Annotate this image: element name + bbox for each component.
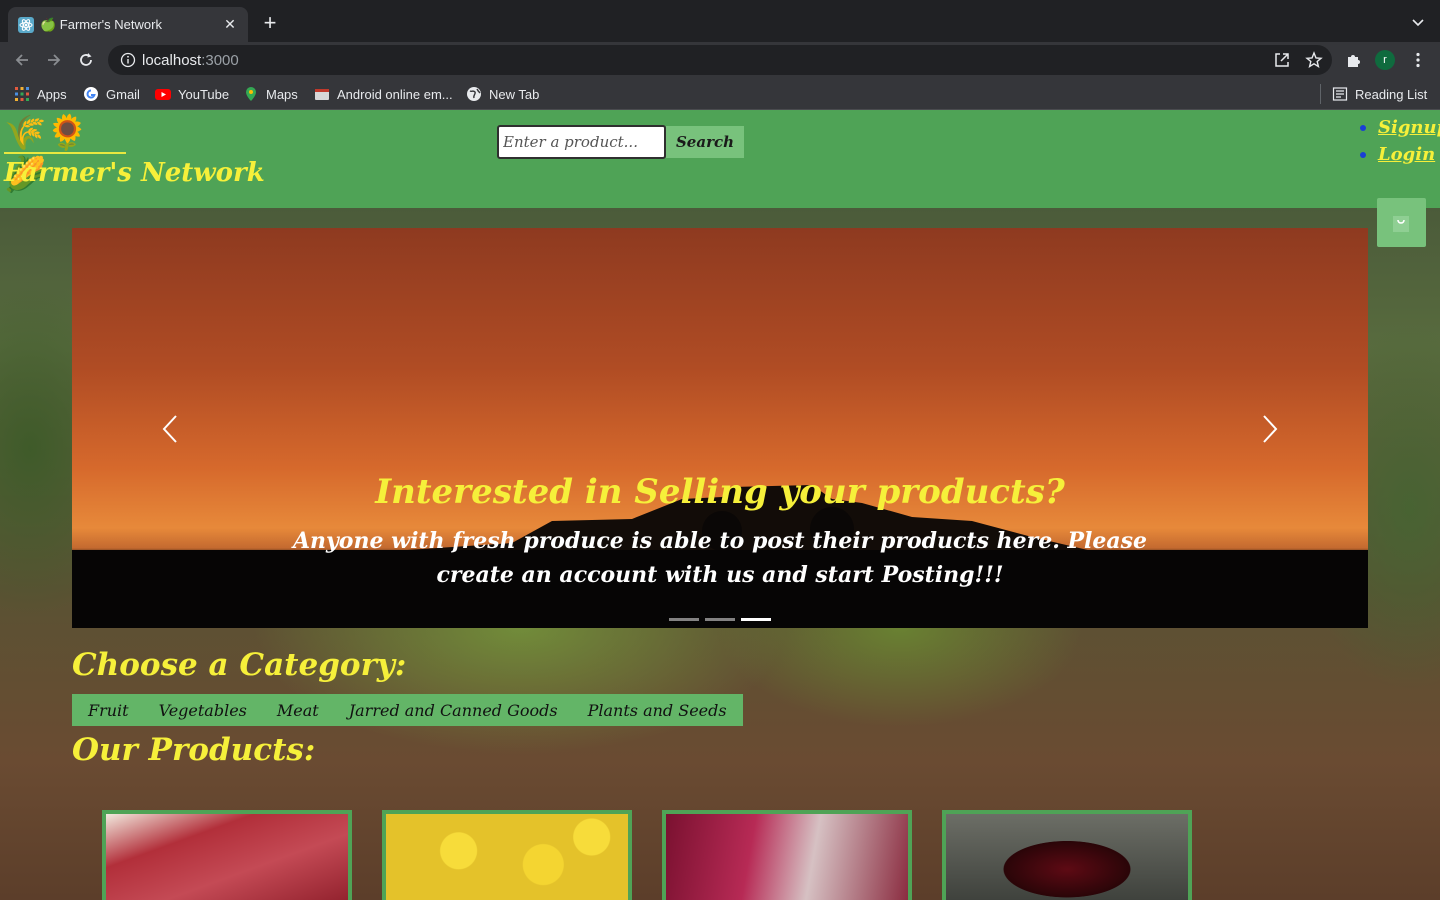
product-card-cherries[interactable] — [942, 810, 1192, 900]
category-plants-seeds[interactable]: Plants and Seeds — [588, 701, 727, 720]
browser-toolbar: localhost:3000 r — [0, 42, 1440, 78]
category-jarred-canned[interactable]: Jarred and Canned Goods — [349, 701, 558, 720]
youtube-icon — [155, 89, 171, 100]
bookmark-new-tab[interactable]: New Tab — [466, 85, 539, 103]
bookmark-star-icon[interactable] — [1305, 51, 1323, 69]
bookmark-apps[interactable]: Apps — [14, 85, 67, 103]
meat-image — [106, 814, 348, 900]
hero-carousel: Interested in Selling your products? Any… — [72, 228, 1368, 628]
url-port: :3000 — [201, 51, 239, 69]
more-menu-icon[interactable] — [1409, 51, 1427, 69]
signup-link[interactable]: Signup — [1378, 117, 1440, 138]
bookmarks-bar: Apps Gmail YouTube Maps Android online e… — [0, 78, 1440, 110]
apps-grid-icon — [15, 87, 29, 101]
bookmark-label: YouTube — [178, 86, 230, 102]
cart-button[interactable] — [1377, 198, 1426, 247]
site-info-icon[interactable] — [120, 52, 136, 68]
bookmark-label: Gmail — [106, 86, 140, 102]
bullet-icon — [1360, 124, 1366, 131]
back-arrow-icon[interactable] — [12, 50, 32, 70]
auth-links: Signup Login — [1360, 114, 1440, 168]
close-tab-icon[interactable]: ✕ — [222, 16, 238, 33]
bookmark-maps[interactable]: Maps — [243, 85, 298, 103]
new-tab-button[interactable]: + — [258, 12, 282, 36]
web-page: 🌾🌻🌽 Farmer's Network Search Signup Login… — [0, 110, 1440, 900]
shopping-bag-icon — [1393, 216, 1409, 232]
reload-icon[interactable] — [76, 50, 96, 70]
products-heading: Our Products: — [72, 732, 316, 768]
chevron-down-icon[interactable] — [1410, 14, 1426, 30]
reading-list-label: Reading List — [1355, 86, 1428, 102]
bookmark-label: New Tab — [489, 86, 540, 102]
category-heading: Choose a Category: — [72, 647, 407, 683]
bookmark-label: Apps — [37, 86, 67, 102]
product-search-input[interactable] — [497, 125, 666, 159]
reading-list-button[interactable]: Reading List — [1332, 85, 1427, 103]
search-button[interactable]: Search — [666, 126, 744, 158]
login-link[interactable]: Login — [1378, 144, 1435, 165]
login-item: Login — [1360, 141, 1440, 168]
category-fruit[interactable]: Fruit — [88, 701, 129, 720]
profile-avatar[interactable]: r — [1375, 50, 1395, 70]
carousel-indicators — [669, 618, 771, 621]
forward-arrow-icon[interactable] — [44, 50, 64, 70]
carousel-prev-icon[interactable] — [160, 414, 180, 444]
slide-title: Interested in Selling your products? — [375, 472, 1065, 512]
google-icon — [84, 87, 98, 101]
react-favicon-icon — [18, 16, 34, 33]
tab-title: 🍏 Farmer's Network — [40, 16, 162, 32]
product-card-lemons[interactable] — [382, 810, 632, 900]
carousel-indicator-2[interactable] — [705, 618, 735, 621]
reading-list-icon — [1332, 87, 1348, 101]
address-bar[interactable]: localhost:3000 — [108, 45, 1332, 75]
category-meat[interactable]: Meat — [277, 701, 319, 720]
category-vegetables[interactable]: Vegetables — [159, 701, 247, 720]
browser-tab[interactable]: 🍏 Farmer's Network ✕ — [8, 7, 248, 42]
browser-tabstrip: 🍏 Farmer's Network ✕ + — [0, 0, 1440, 42]
bookmarks-divider — [1320, 84, 1321, 104]
lemons-image — [386, 814, 628, 900]
bookmark-label: Android online em... — [337, 86, 453, 102]
carousel-next-icon[interactable] — [1260, 414, 1280, 444]
bookmark-gmail[interactable]: Gmail — [83, 85, 140, 103]
maps-pin-icon — [246, 87, 256, 101]
carousel-indicator-3[interactable] — [741, 618, 771, 621]
bullet-icon — [1360, 151, 1366, 158]
category-nav: Fruit Vegetables Meat Jarred and Canned … — [72, 694, 743, 726]
logo-crops-icon[interactable]: 🌾🌻🌽 — [4, 112, 126, 195]
slide-body: Anyone with fresh produce is able to pos… — [292, 528, 1148, 588]
product-card-meat[interactable] — [102, 810, 352, 900]
bookmark-android-emulator[interactable]: Android online em... — [314, 85, 453, 103]
extensions-puzzle-icon[interactable] — [1345, 51, 1363, 69]
brand-title[interactable]: Farmer's Network — [4, 158, 265, 188]
open-in-window-icon[interactable] — [1273, 51, 1291, 69]
url-host: localhost — [142, 51, 202, 69]
bookmark-label: Maps — [266, 86, 298, 102]
cherries-image — [946, 814, 1188, 900]
globe-icon — [467, 87, 481, 101]
signup-item: Signup — [1360, 114, 1440, 141]
android-emulator-icon — [315, 89, 329, 100]
bookmark-youtube[interactable]: YouTube — [155, 85, 229, 103]
beets-image — [666, 814, 908, 900]
carousel-indicator-1[interactable] — [669, 618, 699, 621]
site-header: 🌾🌻🌽 Farmer's Network Search Signup Login — [0, 110, 1440, 208]
product-card-beets[interactable] — [662, 810, 912, 900]
